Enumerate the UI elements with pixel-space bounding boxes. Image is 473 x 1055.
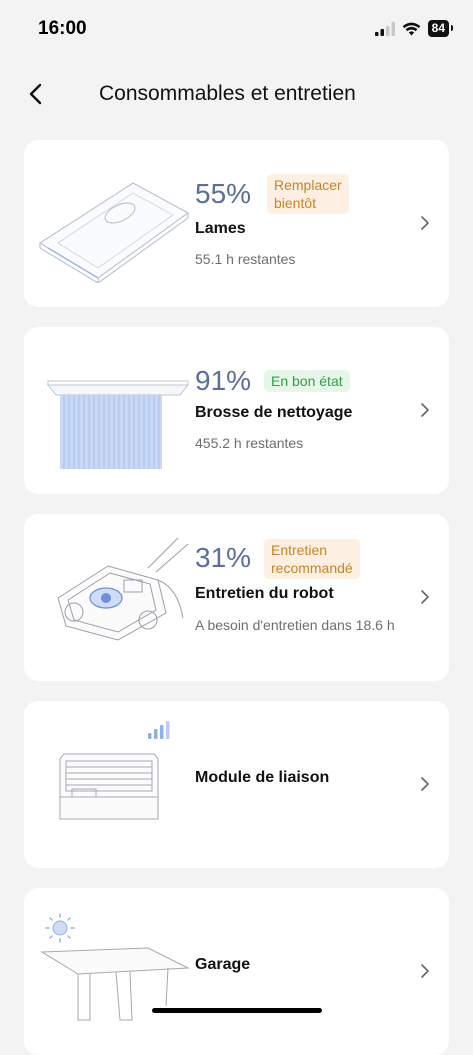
- blade-status-badge: Remplacer bientôt: [267, 174, 349, 214]
- back-button[interactable]: [22, 80, 50, 108]
- cellular-signal-icon: [374, 21, 395, 36]
- robot-percent: 31%: [195, 542, 252, 573]
- blade-status-badge-line2: bientôt: [274, 195, 317, 211]
- chevron-right-icon: [421, 216, 429, 230]
- brush-name: Brosse de nettoyage: [195, 404, 353, 421]
- chevron-right-icon: [421, 964, 429, 978]
- brush-status-badge: En bon état: [264, 370, 350, 392]
- blade-icon: [38, 182, 190, 283]
- robot-icon: [57, 537, 189, 641]
- blade-percent: 55%: [195, 178, 252, 209]
- page-title: Consommables et entretien: [99, 82, 356, 105]
- sun-icon: [45, 913, 75, 943]
- brush-remaining: 455.2 h restantes: [195, 435, 304, 451]
- chevron-right-icon: [421, 590, 429, 604]
- card-brush[interactable]: 91% En bon état Brosse de nettoyage 455.…: [24, 327, 449, 494]
- card-garage[interactable]: Garage: [24, 888, 449, 1055]
- home-indicator[interactable]: [152, 1008, 322, 1013]
- garage-name: Garage: [195, 956, 251, 973]
- status-bar: 16:00 84: [0, 0, 473, 58]
- brush-icon: [46, 380, 190, 469]
- blade-status-badge-line1: Remplacer: [274, 177, 342, 193]
- link-module-name: Module de liaison: [195, 769, 330, 786]
- robot-name: Entretien du robot: [195, 585, 334, 602]
- status-time: 16:00: [38, 18, 87, 39]
- nav-bar: Consommables et entretien: [0, 70, 473, 118]
- robot-maintenance-info: A besoin d'entretien dans 18.6 h: [195, 617, 395, 633]
- robot-status-badge-line1: Entretien: [271, 542, 328, 558]
- back-icon: [29, 83, 42, 105]
- battery-indicator: 84: [427, 20, 454, 37]
- robot-status-badge: Entretien recommandé: [264, 539, 360, 579]
- card-robot-maintenance[interactable]: 31% Entretien recommandé Entretien du ro…: [24, 514, 449, 681]
- robot-status-badge-line2: recommandé: [271, 560, 353, 576]
- status-icons: 84: [374, 20, 454, 37]
- blade-name: Lames: [195, 220, 246, 237]
- brush-percent: 91%: [195, 365, 252, 396]
- card-blades[interactable]: 55% Remplacer bientôt Lames 55.1 h resta…: [24, 140, 449, 307]
- card-link-module[interactable]: Module de liaison: [24, 701, 449, 868]
- chevron-right-icon: [421, 777, 429, 791]
- link-module-icon: [59, 721, 170, 820]
- chevron-right-icon: [421, 403, 429, 417]
- blade-remaining: 55.1 h restantes: [195, 251, 296, 267]
- wifi-icon: [402, 22, 421, 35]
